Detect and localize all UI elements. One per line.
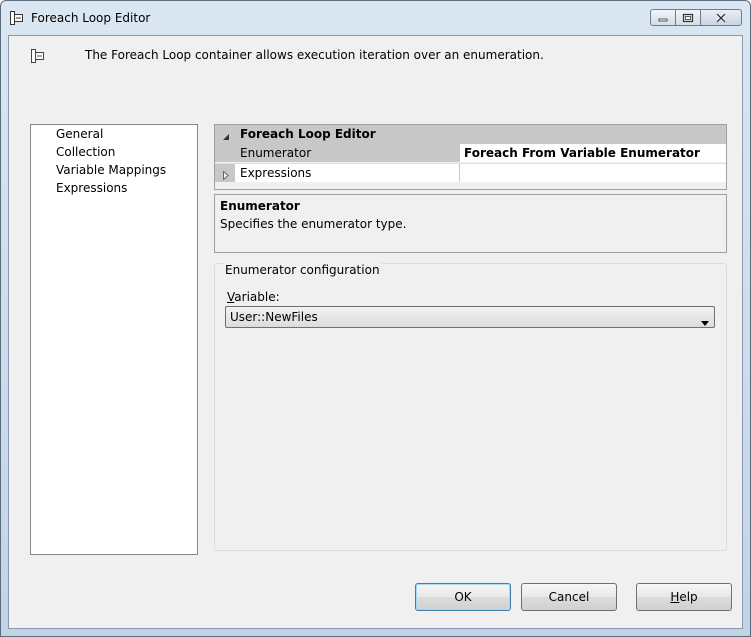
variable-label: Variable:	[227, 290, 280, 304]
property-row-enumerator[interactable]: Enumerator Foreach From Variable Enumera…	[215, 144, 726, 162]
variable-combobox-value: User::NewFiles	[230, 310, 318, 324]
property-value[interactable]: Foreach From Variable Enumerator	[459, 144, 726, 162]
variable-label-rest: ariable:	[234, 290, 280, 304]
minimize-button[interactable]	[650, 9, 675, 26]
help-button-accel: H	[670, 590, 680, 604]
property-help-pane: Enumerator Specifies the enumerator type…	[214, 194, 727, 253]
nav-item-general[interactable]: General	[56, 127, 103, 141]
header-description: The Foreach Loop container allows execut…	[85, 48, 544, 62]
dialog-window: Foreach Loop Editor The Foreach Loop con…	[0, 0, 751, 637]
restore-icon	[682, 13, 694, 22]
cancel-button[interactable]: Cancel	[521, 583, 617, 611]
minimize-icon	[658, 18, 668, 21]
caption-buttons	[650, 9, 742, 28]
nav-item-variable-mappings[interactable]: Variable Mappings	[56, 163, 166, 177]
close-button[interactable]	[700, 9, 742, 26]
collapse-arrow-icon[interactable]	[223, 130, 230, 144]
window-title: Foreach Loop Editor	[31, 11, 151, 25]
property-category[interactable]: Foreach Loop Editor	[215, 125, 726, 144]
ok-button[interactable]: OK	[415, 583, 511, 611]
help-button[interactable]: Help	[636, 583, 732, 611]
close-icon	[715, 12, 727, 23]
property-category-label: Foreach Loop Editor	[240, 127, 376, 141]
property-value[interactable]	[459, 164, 726, 182]
help-text: Specifies the enumerator type.	[220, 217, 407, 231]
property-row-expressions[interactable]: Expressions	[215, 163, 726, 182]
foreach-loop-icon	[10, 11, 24, 25]
nav-item-collection[interactable]: Collection	[56, 145, 115, 159]
dropdown-arrow-icon[interactable]	[701, 315, 709, 329]
help-title: Enumerator	[220, 199, 300, 213]
help-button-rest: elp	[679, 590, 698, 604]
expand-arrow-icon[interactable]	[223, 169, 229, 183]
title-bar[interactable]: Foreach Loop Editor	[1, 1, 750, 35]
property-grid: Foreach Loop Editor Enumerator Foreach F…	[214, 124, 727, 190]
property-name[interactable]: Expressions	[235, 164, 459, 182]
dialog-client-area: The Foreach Loop container allows execut…	[8, 35, 743, 629]
row-margin	[215, 164, 235, 182]
enumerator-config-legend: Enumerator configuration	[223, 263, 382, 277]
row-margin	[215, 144, 235, 162]
property-name[interactable]: Enumerator	[235, 144, 459, 162]
nav-item-expressions[interactable]: Expressions	[56, 181, 127, 195]
foreach-loop-header-icon	[30, 48, 46, 64]
nav-list: General Collection Variable Mappings Exp…	[30, 124, 198, 555]
restore-button[interactable]	[675, 9, 700, 26]
variable-combobox[interactable]: User::NewFiles	[225, 306, 715, 328]
